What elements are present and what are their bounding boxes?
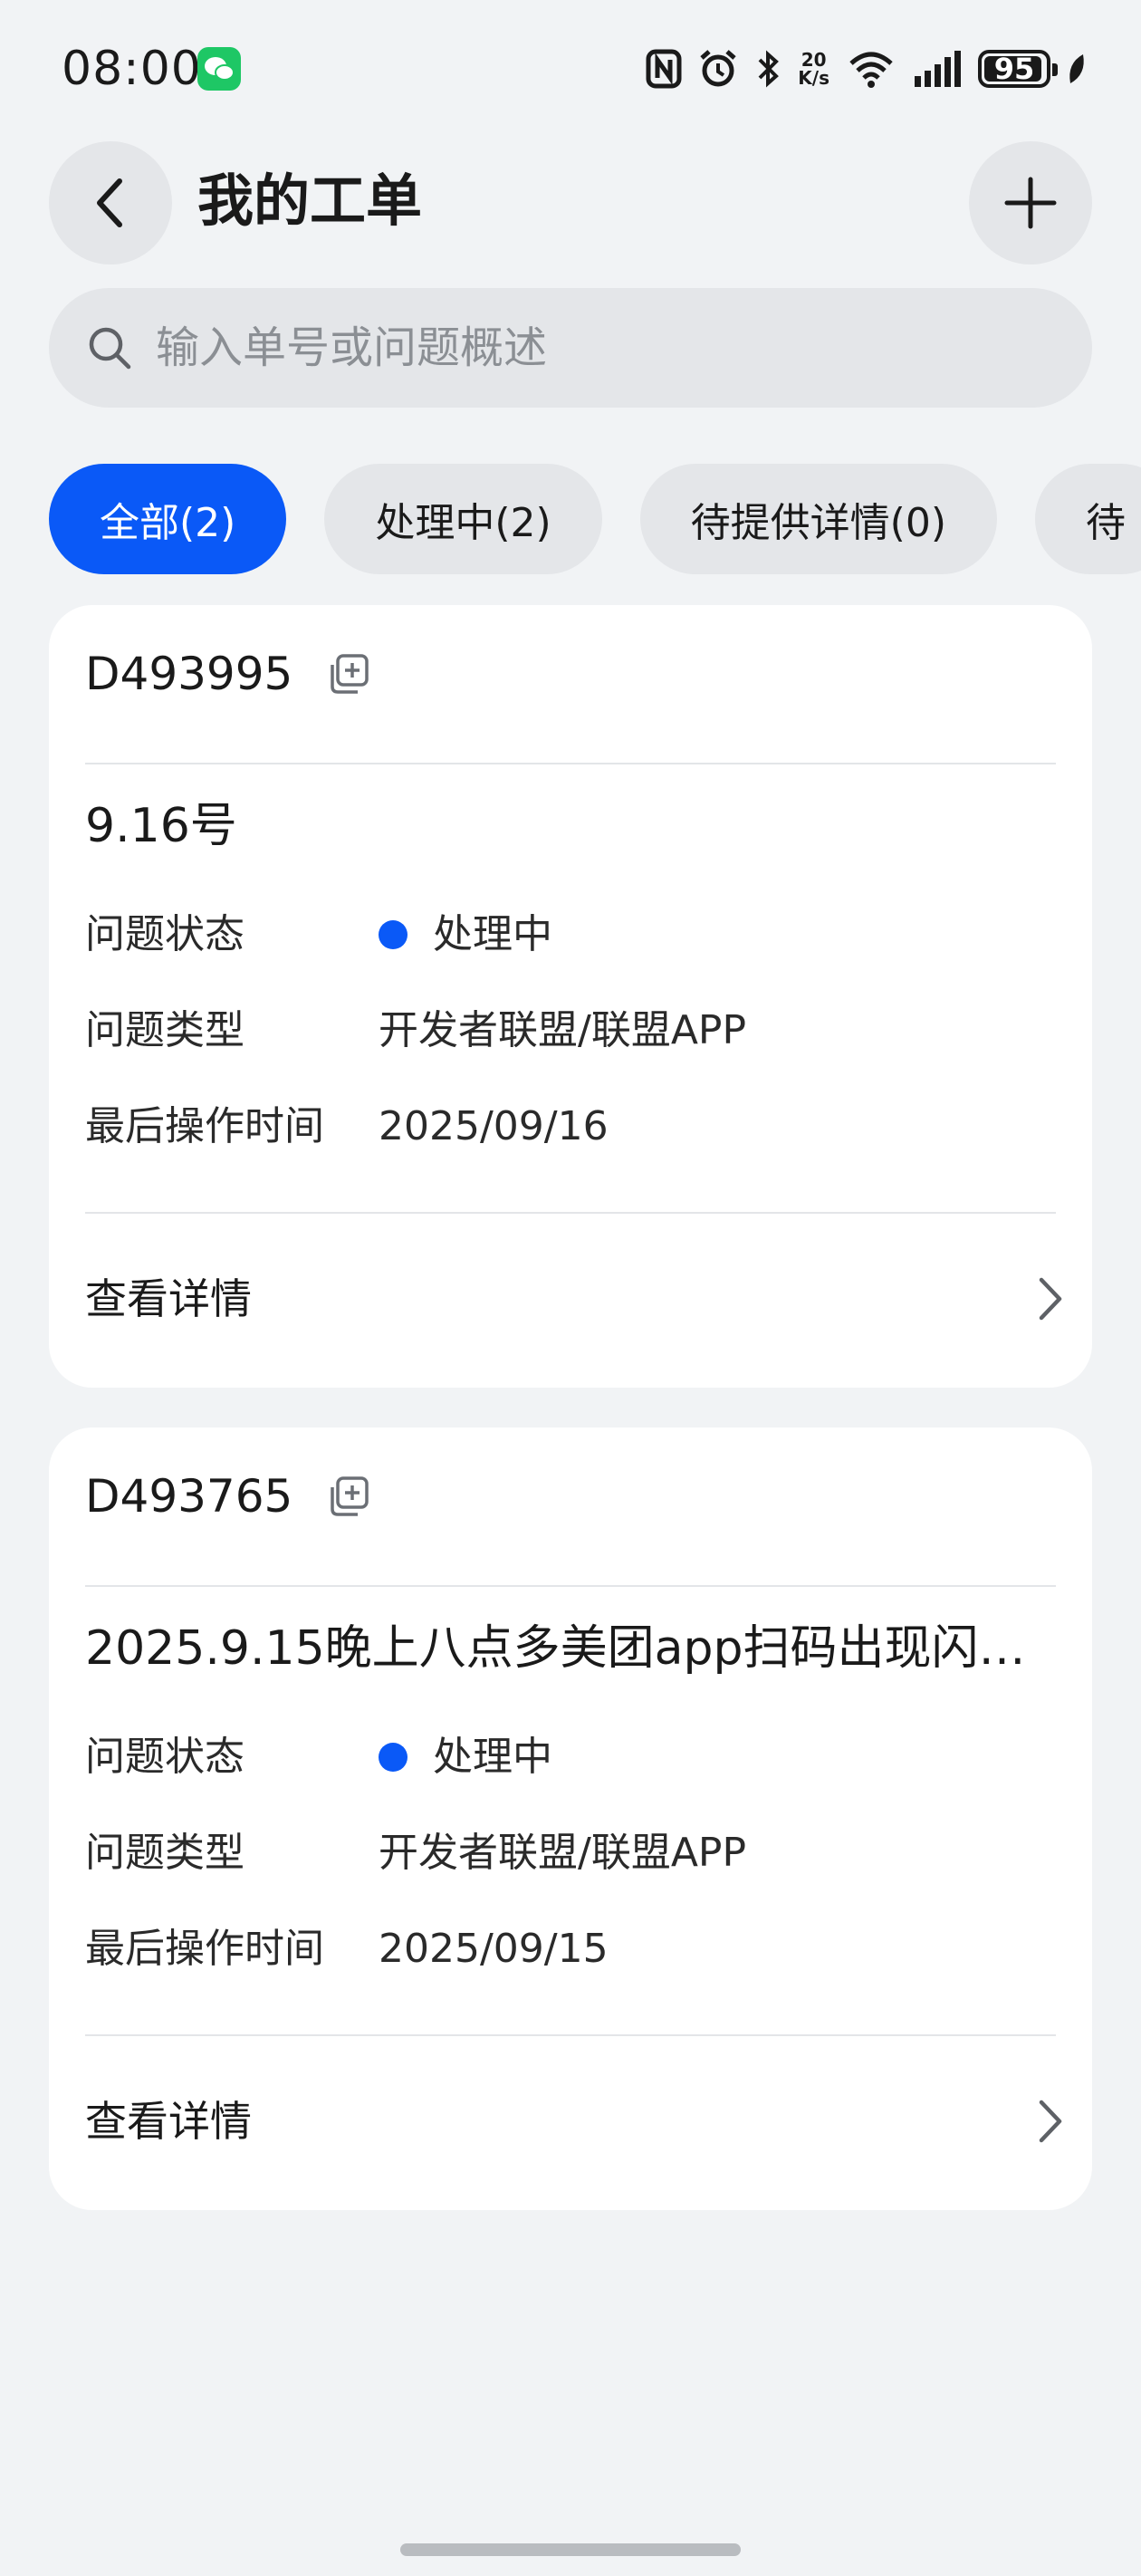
copy-icon[interactable] [327, 1475, 370, 1518]
divider [85, 2034, 1056, 2036]
tab-all[interactable]: 全部(2) [49, 464, 287, 574]
status-row: 问题状态 处理中 [85, 1730, 552, 1784]
divider [85, 763, 1056, 764]
leaf-icon [1069, 54, 1084, 83]
status-dot [379, 1743, 408, 1772]
search-bar[interactable] [49, 288, 1092, 408]
tab-pending-details[interactable]: 待提供详情(0) [639, 464, 997, 574]
ticket-title: 2025.9.15晚上八点多美团app扫码出现闪… [85, 1621, 1026, 1676]
ticket-id: D493765 [85, 1470, 293, 1523]
status-time: 08:00 [62, 42, 202, 96]
network-speed-unit: K/s [798, 67, 829, 89]
ticket-id: D493995 [85, 648, 293, 700]
time-value: 2025/09/16 [379, 1103, 609, 1149]
add-ticket-button[interactable] [969, 141, 1092, 264]
view-details-label: 查看详情 [85, 1274, 252, 1323]
type-label: 问题类型 [85, 1007, 244, 1053]
type-label: 问题类型 [85, 1830, 244, 1876]
search-input[interactable] [156, 322, 971, 373]
status-text: 处理中 [433, 1734, 552, 1780]
type-row: 问题类型 开发者联盟/联盟APP [85, 1826, 746, 1880]
ticket-card: D493995 9.16号 问题状态 处理中 问题类型 开发者联盟/联盟APP … [49, 605, 1092, 1388]
nfc-icon [646, 49, 682, 89]
ticket-card: D493765 2025.9.15晚上八点多美团app扫码出现闪… 问题状态 处… [49, 1427, 1092, 2210]
plus-icon [1004, 177, 1057, 229]
view-details-button[interactable]: 查看详情 [85, 2094, 1065, 2148]
status-label: 问题状态 [85, 911, 244, 957]
alarm-icon [700, 50, 736, 87]
status-text: 处理中 [433, 911, 552, 957]
time-label: 最后操作时间 [85, 1103, 324, 1149]
status-dot [379, 920, 408, 949]
tab-processing[interactable]: 处理中(2) [324, 464, 602, 574]
view-details-label: 查看详情 [85, 2097, 252, 2146]
copy-icon[interactable] [327, 652, 370, 696]
wechat-icon [197, 47, 241, 91]
status-row: 问题状态 处理中 [85, 908, 552, 962]
page-title: 我的工单 [197, 168, 423, 234]
wifi-icon [849, 52, 893, 88]
search-icon [89, 327, 131, 370]
filter-tabs: 全部(2) 处理中(2) 待提供详情(0) 待 [49, 464, 1141, 574]
type-row: 问题类型 开发者联盟/联盟APP [85, 1004, 746, 1058]
chevron-left-icon [97, 178, 122, 227]
status-icons: 20 K/s 95 [646, 47, 1087, 91]
bluetooth-icon [758, 50, 780, 88]
chevron-right-icon [1039, 1277, 1062, 1321]
home-indicator[interactable] [400, 2543, 741, 2556]
view-details-button[interactable]: 查看详情 [85, 1272, 1065, 1326]
status-bar: 08:00 20 K/s 95 [0, 0, 1141, 136]
status-value: 处理中 [379, 1730, 552, 1784]
network-speed: 20 K/s [798, 51, 829, 87]
back-button[interactable] [49, 141, 172, 264]
app-screen: 08:00 20 K/s 95 我的工单 输入单号或问题概述 全部(2) 处理中… [0, 0, 1141, 2576]
battery-icon: 95 [978, 50, 1058, 88]
time-label: 最后操作时间 [85, 1926, 324, 1972]
network-speed-value: 20 [801, 49, 827, 71]
divider [85, 1585, 1056, 1587]
time-value: 2025/09/15 [379, 1926, 609, 1972]
status-value: 处理中 [379, 908, 552, 962]
ticket-id-row: D493995 [85, 647, 370, 701]
battery-percent: 95 [993, 52, 1035, 86]
tab-pending-more[interactable]: 待 [1034, 464, 1141, 574]
divider [85, 1212, 1056, 1214]
ticket-title: 9.16号 [85, 799, 237, 853]
status-label: 问题状态 [85, 1734, 244, 1780]
time-row: 最后操作时间 2025/09/16 [85, 1100, 609, 1154]
time-row: 最后操作时间 2025/09/15 [85, 1922, 609, 1976]
type-value: 开发者联盟/联盟APP [379, 1830, 746, 1876]
type-value: 开发者联盟/联盟APP [379, 1007, 746, 1053]
chevron-right-icon [1039, 2100, 1062, 2143]
ticket-id-row: D493765 [85, 1469, 370, 1523]
signal-icon [915, 51, 961, 87]
